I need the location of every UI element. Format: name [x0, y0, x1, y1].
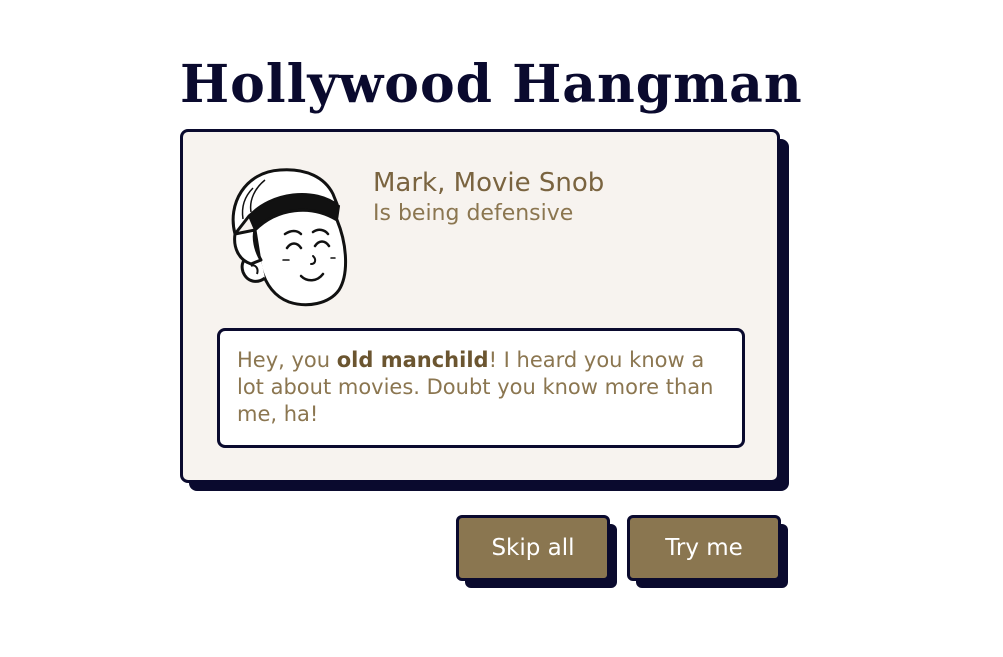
dialogue-text: Hey, you [237, 348, 337, 372]
character-name: Mark, Movie Snob [373, 168, 605, 198]
character-status: Is being defensive [373, 201, 574, 226]
speech-bubble: Hey, you old manchild! I heard you know … [217, 328, 745, 448]
game-title: Hollywood Hangman [180, 54, 803, 115]
skip-all-button[interactable]: Skip all [456, 515, 610, 581]
character-card: Mark, Movie Snob Is being defensive Hey,… [180, 129, 780, 483]
boy-with-beanie-avatar-icon [231, 168, 348, 307]
dialogue-emphasis: old manchild [336, 348, 489, 372]
try-me-button[interactable]: Try me [627, 515, 781, 581]
